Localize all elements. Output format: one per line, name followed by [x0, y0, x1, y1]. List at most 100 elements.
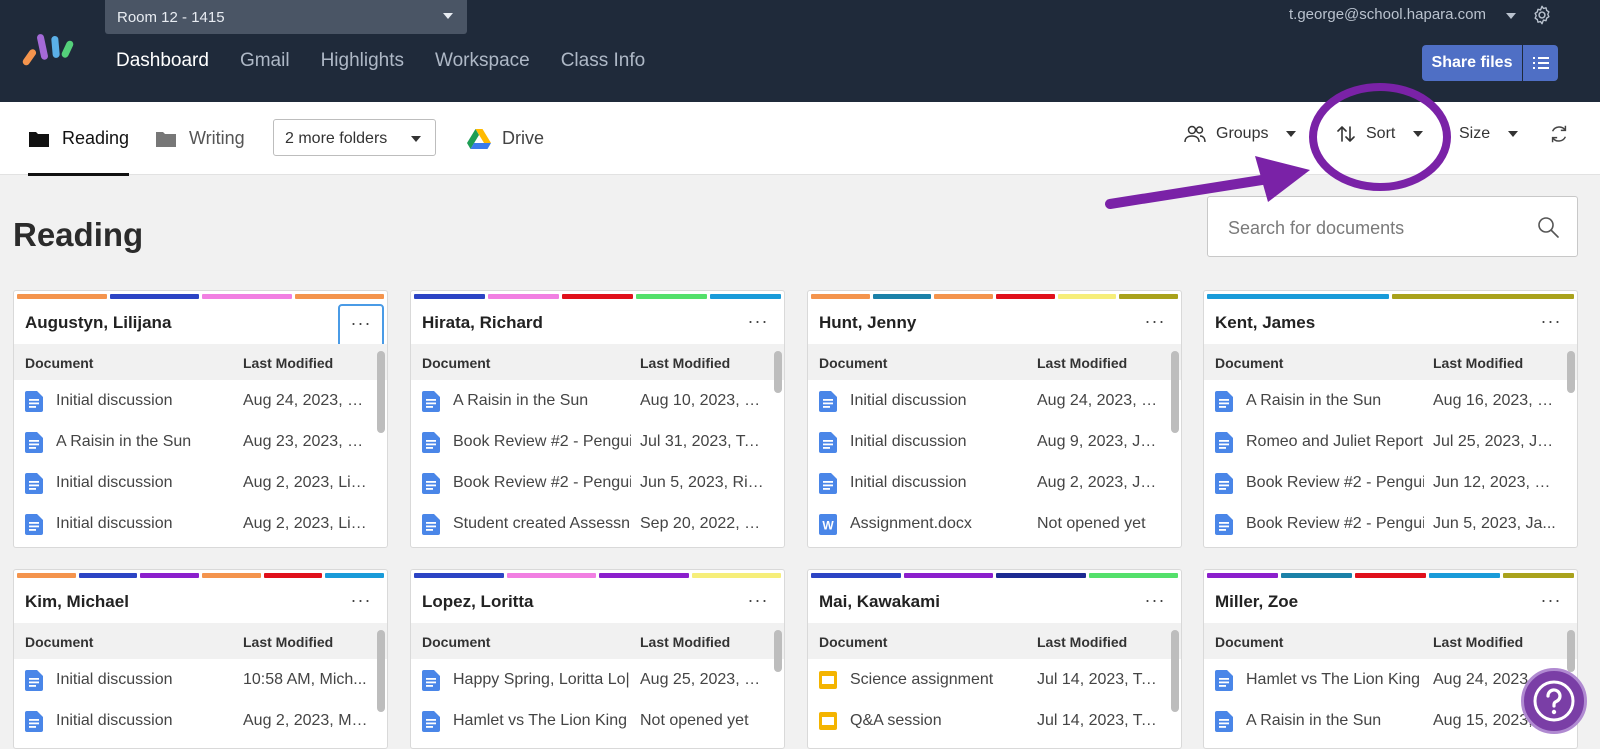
google-slides-icon [819, 711, 837, 732]
nav-gmail[interactable]: Gmail [240, 50, 290, 72]
card-scrollbar[interactable] [1171, 351, 1179, 433]
card-header: Kim, Michael ··· [14, 578, 387, 623]
more-actions-button[interactable]: ··· [735, 583, 781, 627]
table-header: Document Last Modified [14, 344, 387, 380]
google-doc-icon [422, 711, 440, 732]
student-name: Hirata, Richard [422, 313, 543, 332]
more-actions-button[interactable]: ··· [735, 304, 781, 348]
document-name: Initial discussion [850, 433, 967, 450]
student-card: Mai, Kawakami ··· Document Last Modified Sci… [807, 569, 1182, 749]
document-row[interactable]: Initial discussion Aug 2, 2023, Je... [808, 462, 1181, 503]
last-modified: Sep 20, 2022, R... [640, 515, 765, 532]
drive-label: Drive [502, 128, 545, 148]
card-scrollbar[interactable] [1567, 630, 1575, 672]
class-selector[interactable]: Room 12 - 1415 [105, 0, 467, 34]
document-row[interactable]: Book Review #2 - Pengui Jun 12, 2023, Ja.… [1204, 462, 1577, 503]
document-row[interactable]: Initial discussion Aug 2, 2023, Mi... [14, 700, 387, 741]
card-header: Miller, Zoe ··· [1204, 578, 1577, 623]
google-doc-icon [25, 432, 43, 453]
last-modified: Not opened yet [640, 712, 749, 729]
student-name: Lopez, Loritta [422, 592, 534, 611]
card-header: Hunt, Jenny ··· [808, 299, 1181, 344]
card-scrollbar[interactable] [774, 351, 782, 393]
refresh-icon[interactable] [1548, 123, 1570, 145]
document-row[interactable]: Book Review #2 - Pengui Jun 5, 2023, Ja..… [1204, 503, 1577, 544]
table-header: Document Last Modified [14, 623, 387, 659]
document-row[interactable]: W Assignment.docx Not opened yet [808, 503, 1181, 544]
document-name: Initial discussion [850, 392, 967, 409]
nav-workspace[interactable]: Workspace [435, 50, 530, 72]
document-row[interactable]: Science assignment Jul 14, 2023, To... [808, 659, 1181, 700]
more-folders-dropdown[interactable]: 2 more folders [273, 119, 436, 156]
document-row[interactable]: Hamlet vs The Lion King Not opened yet [411, 700, 784, 741]
folder-icon [156, 131, 176, 147]
card-scrollbar[interactable] [1567, 351, 1575, 393]
more-actions-button[interactable]: ··· [1528, 304, 1574, 348]
document-name: Initial discussion [56, 712, 173, 729]
more-actions-button[interactable]: ··· [1132, 304, 1178, 348]
document-row[interactable]: Initial discussion Aug 24, 2023, L... [14, 380, 387, 421]
search-icon[interactable] [1537, 216, 1559, 238]
last-modified: Aug 2, 2023, Lili... [243, 515, 368, 532]
drive-link[interactable]: Drive [467, 102, 544, 175]
document-row[interactable]: Romeo and Juliet Report Jul 25, 2023, Ja.… [1204, 421, 1577, 462]
page-title: Reading [13, 216, 144, 253]
document-row[interactable]: Initial discussion Aug 2, 2023, Lili... [14, 462, 387, 503]
student-card: Lopez, Loritta ··· Document Last Modified Ha… [410, 569, 785, 749]
document-row[interactable]: A Raisin in the Sun Aug 23, 2023, L... [14, 421, 387, 462]
last-modified: Aug 23, 2023, L... [243, 433, 368, 450]
share-options-button[interactable] [1523, 45, 1558, 81]
more-actions-button[interactable]: ··· [1528, 583, 1574, 627]
size-dropdown[interactable]: Size [1459, 102, 1519, 166]
document-search[interactable] [1207, 196, 1578, 257]
document-row[interactable]: Initial discussion Aug 9, 2023, Je... [808, 421, 1181, 462]
document-row[interactable]: Initial discussion Aug 24, 2023, J... [808, 380, 1181, 421]
document-row[interactable]: Initial discussion Aug 2, 2023, Lili... [14, 503, 387, 544]
chevron-down-icon [1508, 131, 1519, 137]
table-header: Document Last Modified [1204, 344, 1577, 380]
student-name: Hunt, Jenny [819, 313, 917, 332]
last-modified: Aug 16, 2023, J... [1433, 392, 1558, 409]
nav-dashboard[interactable]: Dashboard [116, 50, 209, 72]
document-row[interactable]: Initial discussion 10:58 AM, Mich... [14, 659, 387, 700]
document-row[interactable]: Happy Spring, Loritta Lo| Aug 25, 2023, L… [411, 659, 784, 700]
document-row[interactable]: A Raisin in the Sun Aug 16, 2023, J... [1204, 380, 1577, 421]
share-files-button[interactable]: Share files [1422, 45, 1522, 81]
document-row[interactable]: A Raisin in the Sun Aug 10, 2023, R... [411, 380, 784, 421]
sort-dropdown[interactable]: Sort [1336, 102, 1424, 166]
gear-icon[interactable] [1531, 4, 1553, 26]
card-scrollbar[interactable] [774, 630, 782, 672]
more-actions-button[interactable]: ··· [1132, 583, 1178, 627]
card-header: Mai, Kawakami ··· [808, 578, 1181, 623]
document-name: Initial discussion [56, 392, 173, 409]
card-scrollbar[interactable] [377, 630, 385, 712]
tab-writing[interactable]: Writing [155, 102, 245, 175]
card-scrollbar[interactable] [1171, 630, 1179, 712]
tab-reading[interactable]: Reading [28, 102, 130, 176]
help-button[interactable] [1521, 668, 1587, 734]
last-modified: Aug 2, 2023, Mi... [243, 712, 368, 729]
groups-dropdown[interactable]: Groups [1184, 102, 1297, 166]
last-modified: Aug 10, 2023, R... [640, 392, 765, 409]
google-doc-icon [25, 514, 43, 535]
nav-class-info[interactable]: Class Info [561, 50, 645, 72]
nav-highlights[interactable]: Highlights [321, 50, 404, 72]
more-folders-label: 2 more folders [285, 130, 388, 147]
google-doc-icon [422, 514, 440, 535]
document-name: Initial discussion [56, 671, 173, 688]
document-name: Romeo and Juliet Report [1246, 433, 1423, 450]
search-input[interactable] [1228, 215, 1528, 241]
more-actions-button[interactable]: ··· [338, 304, 384, 348]
document-name: Science assignment [850, 671, 994, 688]
more-actions-button[interactable]: ··· [338, 583, 384, 627]
document-row[interactable]: Book Review #2 - Pengui Jul 31, 2023, To.… [411, 421, 784, 462]
document-row[interactable]: Student created Assessn Sep 20, 2022, R..… [411, 503, 784, 544]
card-scrollbar[interactable] [377, 351, 385, 433]
user-email-menu[interactable]: t.george@school.hapara.com [1289, 6, 1486, 23]
top-header: Room 12 - 1415 Dashboard Gmail Highlight… [0, 0, 1600, 102]
google-doc-icon [422, 391, 440, 412]
document-row[interactable]: Q&A session Jul 14, 2023, To... [808, 700, 1181, 741]
document-row[interactable]: Book Review #2 - Pengui Jun 5, 2023, Ric.… [411, 462, 784, 503]
chevron-down-icon [411, 136, 421, 142]
chevron-down-icon[interactable] [1506, 13, 1516, 19]
